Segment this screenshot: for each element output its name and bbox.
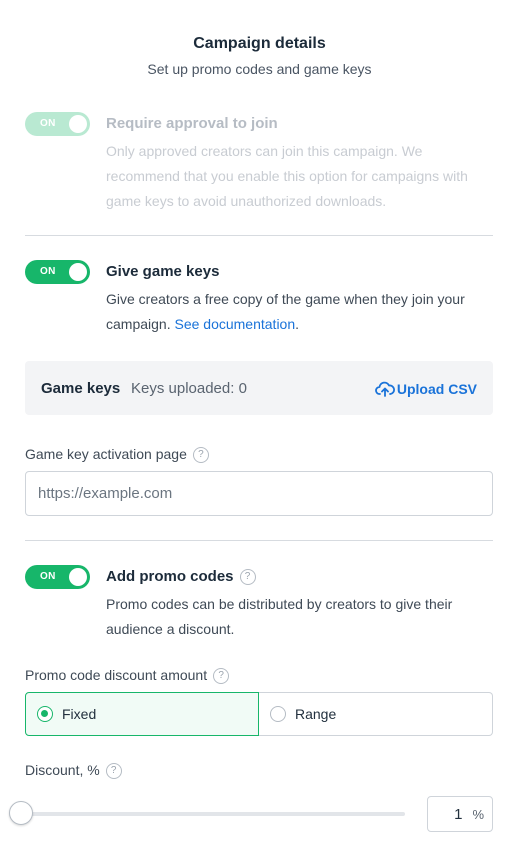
discount-number-input[interactable]: 1 % [427,796,493,832]
cloud-upload-icon [374,381,395,397]
slider-thumb[interactable] [9,801,33,825]
discount-value: 1 [454,805,463,823]
promo-codes-toggle[interactable]: ON [25,565,90,589]
promo-codes-section: ON Add promo codes? Promo codes can be d… [25,565,493,645]
game-keys-box: Game keys Keys uploaded: 0 Upload CSV [25,361,493,415]
discount-slider[interactable] [5,800,405,828]
toggle-knob [69,263,87,281]
approval-description: Only approved creators can join this cam… [106,143,468,209]
activation-page-input[interactable] [25,471,493,516]
toggle-knob [69,115,87,133]
promo-codes-description: Promo codes can be distributed by creato… [106,596,453,637]
radio-range-label: Range [295,706,337,722]
radio-fixed-label: Fixed [62,706,97,722]
toggle-knob [69,568,87,586]
see-documentation-link[interactable]: See documentation [174,316,295,332]
discount-label-text: Discount, % [25,762,100,778]
radio-range[interactable]: Range [258,692,493,736]
help-icon[interactable]: ? [213,668,230,684]
link-suffix: . [295,316,300,332]
page-title: Campaign details [193,35,326,52]
divider [25,540,493,541]
help-icon[interactable]: ? [192,447,209,463]
game-keys-box-label: Game keys [41,380,121,397]
game-keys-description: Give creators a free copy of the game wh… [106,287,486,337]
campaign-header: Campaign details Set up promo codes and … [0,34,519,78]
help-icon[interactable]: ? [239,569,256,585]
approval-toggle: ON [25,112,90,136]
slider-track [17,812,405,816]
discount-amount-label: Promo code discount amount? [25,666,230,684]
approval-toggle-label: ON [40,118,56,129]
promo-codes-title: Add promo codes? [106,568,256,586]
page-subtitle: Set up promo codes and game keys [147,61,372,77]
promo-codes-toggle-label: ON [40,571,56,582]
activation-page-label-text: Game key activation page [25,446,187,462]
discount-amount-label-text: Promo code discount amount [25,667,208,683]
game-keys-title: Give game keys [106,263,220,280]
upload-csv-button[interactable]: Upload CSV [374,380,477,398]
approval-section: ON Require approval to join Only approve… [25,112,493,212]
game-keys-toggle[interactable]: ON [25,260,90,284]
approval-title: Require approval to join [106,115,278,132]
discount-type-radio-group: Fixed Range [25,692,493,736]
discount-label: Discount, %? [25,761,122,779]
promo-codes-title-text: Add promo codes [106,568,234,585]
keys-uploaded-count: Keys uploaded: 0 [131,380,247,397]
help-icon[interactable]: ? [105,763,122,779]
activation-page-label: Game key activation page? [25,445,209,463]
upload-csv-label: Upload CSV [396,381,477,397]
divider [25,235,493,236]
radio-fixed[interactable]: Fixed [25,692,259,736]
radio-dot-selected [37,706,53,722]
game-keys-toggle-label: ON [40,266,56,277]
radio-dot [270,706,286,722]
game-keys-section: ON Give game keys Give creators a free c… [25,260,493,340]
discount-unit: % [472,806,484,822]
